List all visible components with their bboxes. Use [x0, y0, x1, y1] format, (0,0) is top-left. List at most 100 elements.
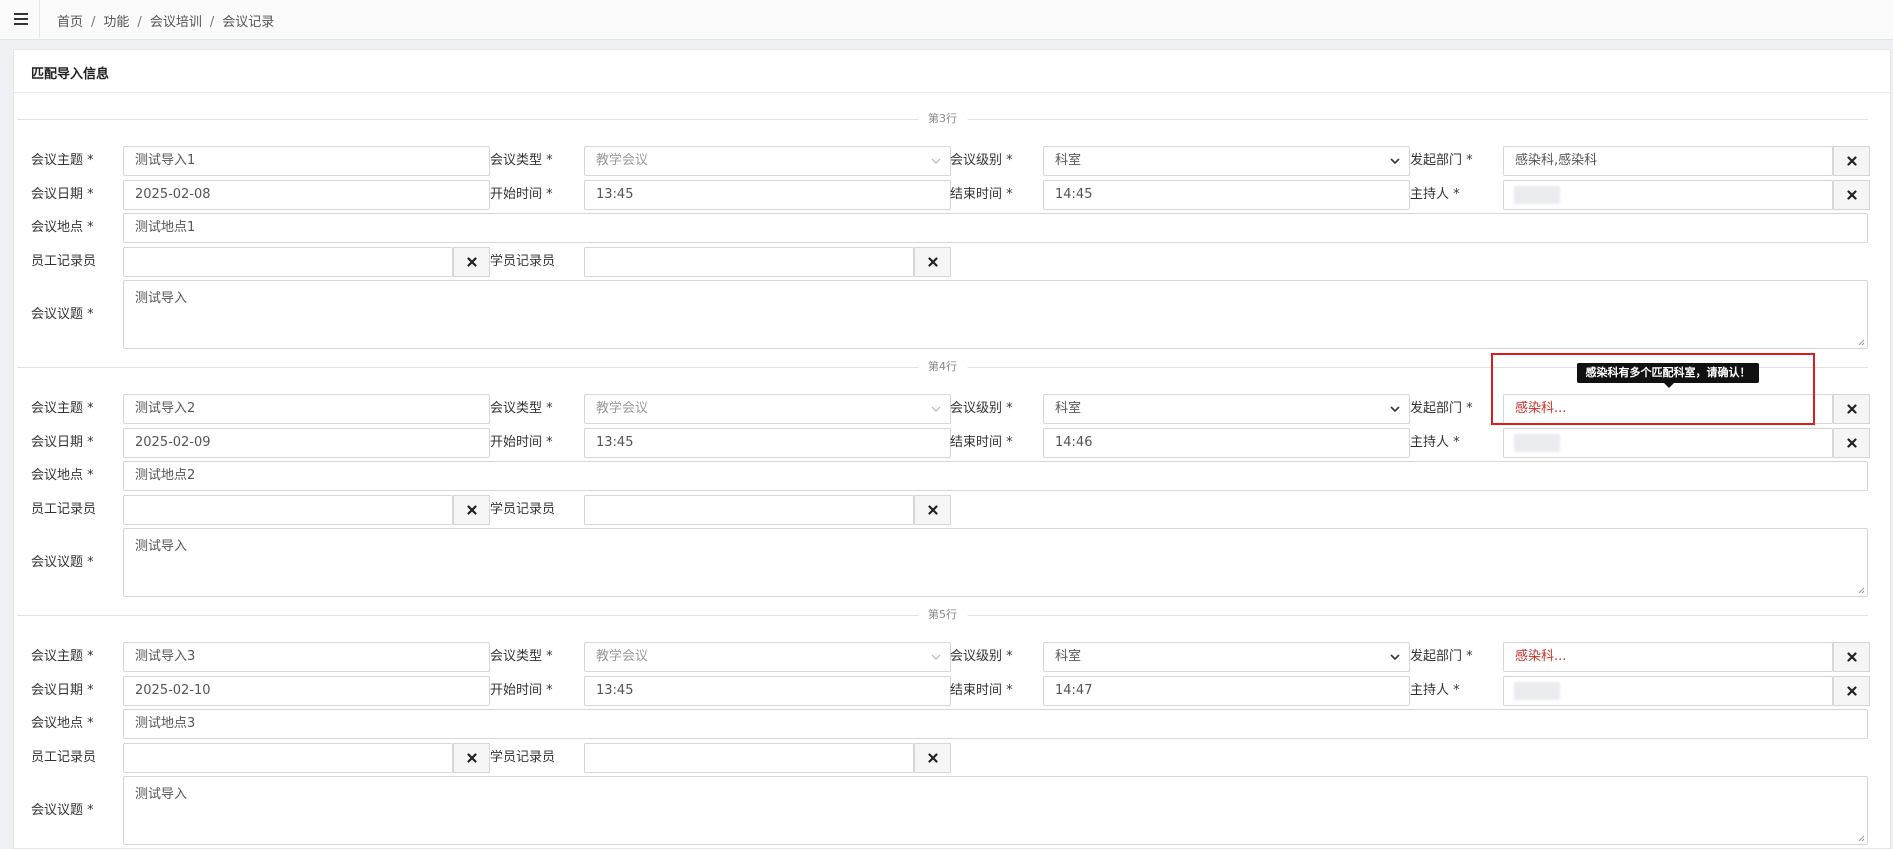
- menu-toggle-button[interactable]: [0, 0, 40, 38]
- end-time-input[interactable]: 14:45: [1043, 180, 1410, 210]
- row-divider: 第3行: [17, 112, 1868, 126]
- field-label: 发起部门 *: [1410, 649, 1473, 664]
- meeting-subject-input[interactable]: 测试导入3: [123, 642, 490, 672]
- clear-host-button[interactable]: [1833, 676, 1870, 706]
- student-recorder-input[interactable]: [584, 495, 914, 525]
- field-label: 结束时间 *: [950, 187, 1013, 202]
- clear-staff-recorder-button[interactable]: [453, 743, 490, 773]
- location-input-value: 测试地点1: [135, 220, 196, 235]
- location-input[interactable]: 测试地点2: [123, 461, 1868, 491]
- student-recorder-input[interactable]: [584, 743, 914, 773]
- meeting-level-select[interactable]: 科室: [1043, 146, 1410, 176]
- chevron-down-icon: [931, 406, 941, 412]
- staff-recorder-input[interactable]: [123, 495, 453, 525]
- meeting-subject-input[interactable]: 测试导入1: [123, 146, 490, 176]
- dept-input[interactable]: 感染科,感染科: [1503, 146, 1833, 176]
- meeting-type-select[interactable]: 教学会议: [584, 642, 951, 672]
- location-input[interactable]: 测试地点1: [123, 213, 1868, 243]
- meeting-level-select[interactable]: 科室: [1043, 394, 1410, 424]
- clear-x-icon: [1847, 156, 1857, 166]
- clear-student-recorder-button[interactable]: [914, 743, 951, 773]
- meeting-date-input[interactable]: 2025-02-09: [123, 428, 490, 458]
- start-time-input[interactable]: 13:45: [584, 676, 951, 706]
- clear-dept-button[interactable]: [1833, 394, 1870, 424]
- field-label: 会议级别 *: [950, 649, 1013, 664]
- field-label: 会议议题 *: [31, 307, 94, 322]
- meeting-date-input[interactable]: 2025-02-10: [123, 676, 490, 706]
- match-warning-tooltip: 感染科有多个匹配科室，请确认！: [1577, 363, 1759, 383]
- field-label: 主持人 *: [1410, 435, 1460, 450]
- agenda-textarea[interactable]: 测试导入: [123, 280, 1868, 349]
- field-label: 员工记录员: [31, 750, 97, 765]
- clear-host-button[interactable]: [1833, 180, 1870, 210]
- clear-staff-recorder-button[interactable]: [453, 495, 490, 525]
- panel-header: 匹配导入信息: [14, 50, 1890, 93]
- clear-host-button[interactable]: [1833, 428, 1870, 458]
- end-time-input[interactable]: 14:46: [1043, 428, 1410, 458]
- end-time-input[interactable]: 14:47: [1043, 676, 1410, 706]
- resize-grip-icon[interactable]: [1857, 338, 1865, 346]
- field-label: 结束时间 *: [950, 435, 1013, 450]
- row-label: 第5行: [918, 608, 967, 622]
- clear-dept-button[interactable]: [1833, 146, 1870, 176]
- host-input[interactable]: [1503, 428, 1833, 458]
- field-label: 会议主题 *: [31, 401, 94, 416]
- field-label: 会议类型 *: [490, 401, 553, 416]
- field-label: 开始时间 *: [490, 187, 553, 202]
- resize-grip-icon[interactable]: [1857, 834, 1865, 842]
- start-time-input[interactable]: 13:45: [584, 428, 951, 458]
- meeting-date-input-value: 2025-02-08: [135, 187, 211, 202]
- field-label: 会议日期 *: [31, 187, 94, 202]
- student-recorder-input[interactable]: [584, 247, 914, 277]
- row-label: 第4行: [918, 360, 967, 374]
- staff-recorder-input[interactable]: [123, 743, 453, 773]
- redacted-name: [1514, 682, 1560, 700]
- dept-input[interactable]: 感染科...: [1503, 642, 1833, 672]
- clear-x-icon: [467, 753, 477, 763]
- staff-recorder-input[interactable]: [123, 247, 453, 277]
- agenda-value: 测试导入: [135, 539, 188, 554]
- breadcrumb-home[interactable]: 首页: [57, 15, 83, 30]
- dept-input-value: 感染科...: [1515, 649, 1567, 664]
- meeting-subject-input[interactable]: 测试导入2: [123, 394, 490, 424]
- clear-student-recorder-button[interactable]: [914, 247, 951, 277]
- breadcrumb-function[interactable]: 功能: [103, 15, 129, 30]
- agenda-value: 测试导入: [135, 787, 188, 802]
- meeting-date-input-value: 2025-02-09: [135, 435, 211, 450]
- tooltip-arrow: [1664, 383, 1674, 388]
- host-input[interactable]: [1503, 676, 1833, 706]
- breadcrumb-meeting-training[interactable]: 会议培训: [150, 15, 202, 30]
- clear-x-icon: [928, 753, 938, 763]
- meeting-level-select[interactable]: 科室: [1043, 642, 1410, 672]
- end-time-input-value: 14:45: [1055, 187, 1093, 202]
- field-label: 学员记录员: [490, 254, 556, 269]
- field-label: 会议类型 *: [490, 649, 553, 664]
- meeting-type-select-value: 教学会议: [596, 649, 649, 664]
- meeting-date-input[interactable]: 2025-02-08: [123, 180, 490, 210]
- clear-dept-button[interactable]: [1833, 642, 1870, 672]
- agenda-textarea[interactable]: 测试导入: [123, 528, 1868, 597]
- location-input-value: 测试地点2: [135, 468, 196, 483]
- clear-student-recorder-button[interactable]: [914, 495, 951, 525]
- hamburger-icon: [14, 13, 28, 15]
- clear-x-icon: [1847, 190, 1857, 200]
- hamburger-icon: [14, 18, 28, 20]
- location-input[interactable]: 测试地点3: [123, 709, 1868, 739]
- end-time-input-value: 14:47: [1055, 683, 1093, 698]
- end-time-input-value: 14:46: [1055, 435, 1093, 450]
- top-bar: 首页 / 功能 / 会议培训 / 会议记录: [0, 0, 1893, 40]
- meeting-type-select[interactable]: 教学会议: [584, 146, 951, 176]
- breadcrumb: 首页 / 功能 / 会议培训 / 会议记录: [57, 11, 274, 30]
- clear-x-icon: [1847, 438, 1857, 448]
- agenda-textarea[interactable]: 测试导入: [123, 776, 1868, 845]
- resize-grip-icon[interactable]: [1857, 586, 1865, 594]
- chevron-down-icon: [1390, 406, 1400, 413]
- host-input[interactable]: [1503, 180, 1833, 210]
- field-label: 发起部门 *: [1410, 153, 1473, 168]
- clear-staff-recorder-button[interactable]: [453, 247, 490, 277]
- meeting-type-select[interactable]: 教学会议: [584, 394, 951, 424]
- dept-input-value: 感染科,感染科: [1515, 153, 1598, 168]
- meeting-type-select-value: 教学会议: [596, 401, 649, 416]
- field-label: 会议级别 *: [950, 401, 1013, 416]
- start-time-input[interactable]: 13:45: [584, 180, 951, 210]
